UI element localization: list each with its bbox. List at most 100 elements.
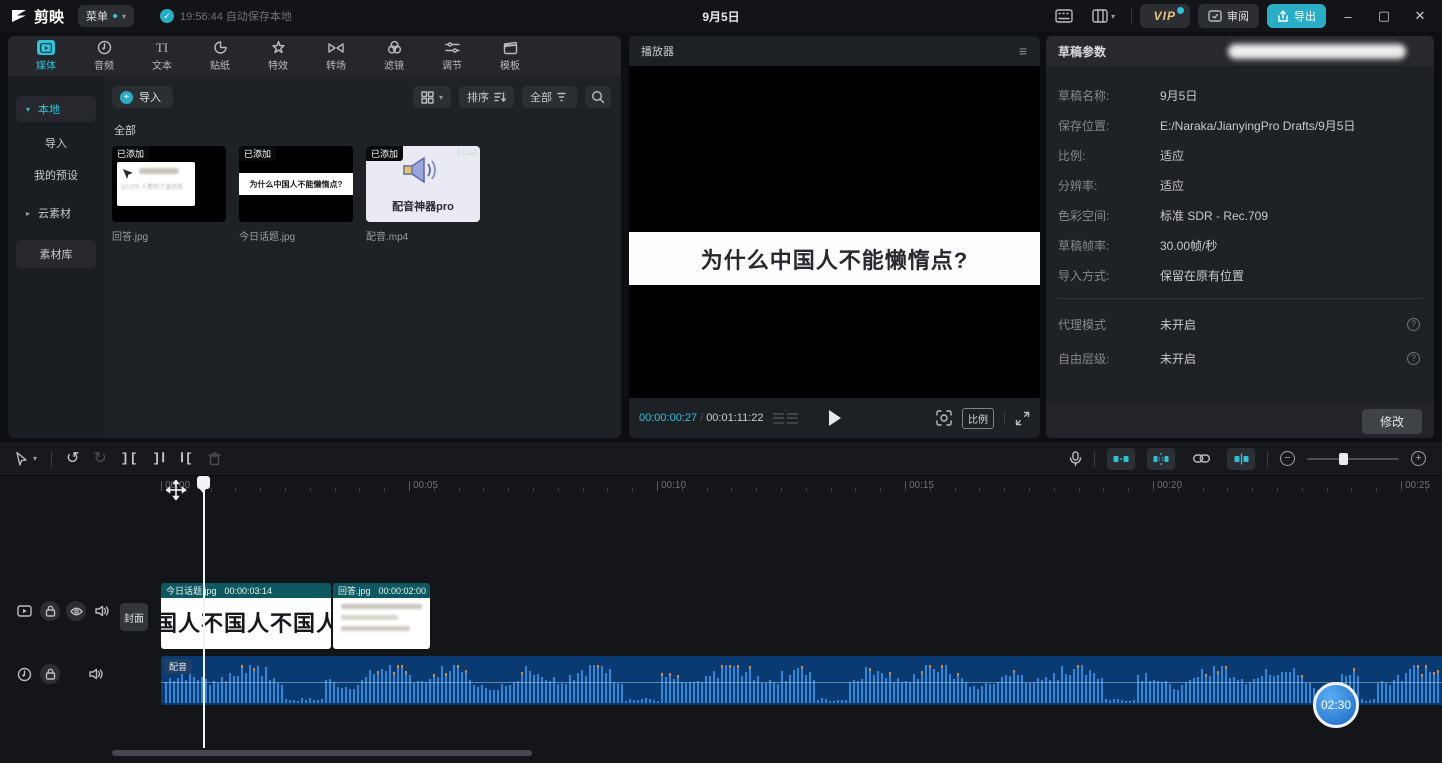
waveform-bar — [553, 677, 555, 703]
modify-button[interactable]: 修改 — [1362, 409, 1422, 434]
trim-left-button[interactable]: ]Ⅰ — [152, 451, 166, 466]
redo-button[interactable]: ↻ — [93, 451, 106, 467]
playhead-line[interactable] — [203, 482, 205, 748]
waveform-bar — [1209, 676, 1211, 703]
tab-text[interactable]: TI 文本 — [134, 36, 190, 76]
lock-track-button[interactable] — [40, 664, 60, 684]
waveform-bar — [769, 680, 771, 703]
filter-button[interactable]: 全部 — [522, 86, 577, 108]
check-circle-icon: ✓ — [160, 9, 174, 23]
waveform-bar — [1393, 680, 1395, 703]
select-tool-button[interactable]: ▾ — [14, 451, 37, 467]
sort-button[interactable]: 排序 — [459, 86, 514, 108]
tab-templates[interactable]: 模板 — [482, 36, 538, 76]
ruler-minor-tick — [211, 488, 212, 492]
waveform-bar — [1113, 699, 1115, 703]
auto-snap-toggle[interactable] — [1147, 448, 1175, 470]
media-item-answer[interactable]: 10,076 人赞同了该回答 已添加 回答.jpg — [112, 146, 226, 243]
waveform-bar — [193, 677, 195, 703]
mute-track-button[interactable] — [92, 601, 112, 621]
waveform-bar — [1061, 666, 1063, 703]
layout-switch-button[interactable]: ▾ — [1085, 5, 1123, 27]
help-icon[interactable]: ? — [1407, 318, 1420, 331]
divider — [1094, 451, 1095, 467]
waveform-bar — [845, 700, 847, 703]
timeline-ruler[interactable]: 00:0000:0500:1000:1500:2000:25 — [112, 476, 1442, 498]
waveform-bar — [1125, 701, 1127, 703]
mute-track-button[interactable] — [86, 664, 106, 684]
import-button[interactable]: + 导入 — [112, 86, 173, 108]
trim-right-button[interactable]: Ⅰ[ — [180, 451, 194, 466]
waveform-peak-tip — [393, 672, 395, 675]
thumbnail-text: 为什么中国人不能懒惰点? — [250, 179, 343, 190]
media-item-topic[interactable]: 为什么中国人不能懒惰点? 已添加 今日话题.jpg — [239, 146, 353, 243]
waveform-bar — [377, 671, 379, 703]
waveform-bar — [1249, 682, 1251, 703]
ruler-minor-tick — [310, 488, 311, 492]
waveform-bar — [1021, 675, 1023, 703]
preview-quality-icon[interactable] — [936, 410, 952, 426]
clip-topic[interactable]: 今日话题.jpg 00:00:03:14 国人不国人不国人不国人 — [161, 583, 331, 649]
tab-media[interactable]: 媒体 — [18, 36, 74, 76]
view-mode-button[interactable]: ▾ — [413, 86, 451, 108]
media-thumbnail: 为什么中国人不能懒惰点? 已添加 — [239, 146, 353, 222]
waveform-bar — [973, 686, 975, 703]
zoom-in-button[interactable]: + — [1411, 451, 1426, 466]
volume-line[interactable] — [161, 682, 1442, 683]
waveform-peak-tip — [749, 666, 751, 669]
shortcut-keys-button[interactable] — [1051, 5, 1077, 27]
playhead-handle[interactable] — [197, 476, 210, 489]
zoom-out-button[interactable]: − — [1280, 451, 1295, 466]
tab-filters[interactable]: 滤镜 — [366, 36, 422, 76]
vip-button[interactable]: VIP — [1140, 4, 1190, 28]
search-button[interactable] — [585, 86, 611, 108]
timeline-scrollbar[interactable] — [112, 750, 532, 756]
menu-button[interactable]: 菜单 ▾ — [78, 5, 134, 27]
sidebar-item-cloud[interactable]: ▸ 云素材 — [16, 200, 96, 226]
cover-button[interactable]: 封面 — [120, 603, 148, 631]
waveform-peak-tip — [921, 671, 923, 674]
zoom-slider-thumb[interactable] — [1339, 453, 1348, 465]
maximize-button[interactable]: ▢ — [1370, 0, 1398, 32]
timeline-zoom-slider[interactable] — [1307, 458, 1399, 460]
sidebar-item-presets[interactable]: 我的预设 — [16, 164, 96, 186]
linkage-toggle[interactable] — [1187, 448, 1215, 470]
undo-button[interactable]: ↺ — [66, 451, 79, 467]
clip-answer[interactable]: 回答.jpg 00:00:02:00 — [333, 583, 430, 649]
export-button[interactable]: 导出 — [1267, 4, 1326, 28]
play-button[interactable] — [829, 410, 841, 426]
review-button[interactable]: 审阅 — [1198, 4, 1259, 28]
waveform-bar — [393, 672, 395, 703]
audio-clip-voiceover[interactable]: 配音 — [161, 656, 1442, 705]
waveform-bar — [825, 699, 827, 703]
waveform-bar — [709, 676, 711, 703]
minimize-button[interactable]: – — [1334, 0, 1362, 32]
video-preview[interactable]: 为什么中国人不能懒惰点? — [629, 66, 1040, 398]
record-voiceover-button[interactable] — [1069, 451, 1082, 467]
lock-track-button[interactable] — [40, 601, 60, 621]
tab-audio[interactable]: 音频 — [76, 36, 132, 76]
split-button[interactable]: ][ — [121, 451, 139, 466]
sidebar-item-import[interactable]: 导入 — [16, 132, 96, 154]
tab-adjust[interactable]: 调节 — [424, 36, 480, 76]
magnetic-snap-toggle[interactable] — [1107, 448, 1135, 470]
media-item-voiceover[interactable]: 配音神器pro 01:12 已添加 配音.mp4 — [366, 146, 480, 243]
waveform-bar — [289, 700, 291, 703]
tab-transitions[interactable]: 转场 — [308, 36, 364, 76]
sidebar-item-library[interactable]: 素材库 — [16, 240, 96, 268]
waveform-peak-tip — [1225, 666, 1227, 669]
help-icon[interactable]: ? — [1407, 352, 1420, 365]
close-button[interactable]: ✕ — [1406, 0, 1434, 32]
waveform-bar — [757, 676, 759, 703]
preview-axis-toggle[interactable] — [1227, 448, 1255, 470]
delete-button[interactable] — [208, 452, 221, 466]
sidebar-item-local[interactable]: ▾ 本地 — [16, 96, 96, 122]
tab-effects[interactable]: 特效 — [250, 36, 306, 76]
hide-track-button[interactable] — [66, 601, 86, 621]
waveform-bar — [173, 681, 175, 703]
player-menu-icon[interactable]: ≡ — [1019, 43, 1028, 59]
fullscreen-icon[interactable] — [1015, 411, 1030, 426]
tab-sticker[interactable]: 贴纸 — [192, 36, 248, 76]
recording-timer-badge[interactable]: 02:30 — [1313, 682, 1359, 728]
ratio-button[interactable]: 比例 — [962, 408, 994, 429]
